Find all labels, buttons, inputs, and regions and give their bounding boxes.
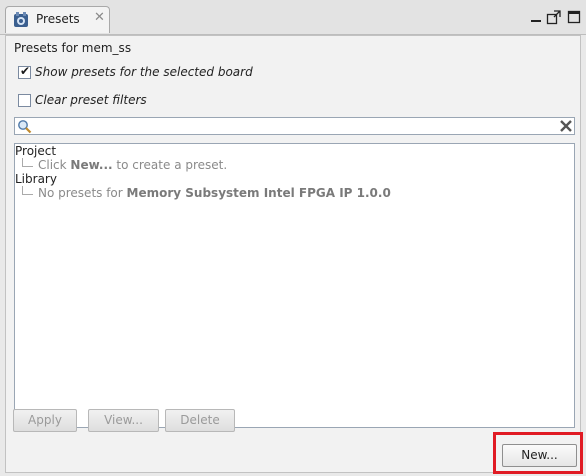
- detach-icon[interactable]: [546, 9, 562, 25]
- clear-filters-checkbox[interactable]: [18, 94, 31, 107]
- presets-panel: Presets ✕ Presets for mem_ss ✔ Show pres…: [0, 0, 586, 476]
- presets-tree: Project Click New... to create a preset.…: [14, 143, 575, 428]
- maximize-icon[interactable]: [566, 9, 582, 25]
- presets-icon: [14, 12, 28, 27]
- search-input[interactable]: [14, 117, 575, 135]
- clear-filters-label: Clear preset filters: [35, 93, 147, 107]
- show-presets-checkbox[interactable]: ✔: [18, 64, 31, 79]
- library-hint-text: No presets for: [38, 186, 127, 200]
- checkmark-icon: ✔: [20, 64, 31, 78]
- presets-content: Presets for mem_ss ✔ Show presets for th…: [5, 35, 581, 473]
- tab-label: Presets: [36, 12, 80, 26]
- library-hint-bold-text: Memory Subsystem Intel FPGA IP 1.0.0: [126, 186, 391, 200]
- tree-leaf-library-hint: No presets for Memory Subsystem Intel FP…: [22, 186, 391, 200]
- hint-text-end: to create a preset.: [112, 158, 228, 172]
- tree-leaf-project-hint: Click New... to create a preset.: [22, 158, 227, 172]
- apply-button[interactable]: Apply: [13, 409, 77, 432]
- tree-node-project[interactable]: Project: [15, 144, 56, 158]
- tab-strip: Presets ✕: [0, 0, 586, 35]
- tree-elbow: [22, 158, 33, 167]
- panel-title: Presets for mem_ss: [14, 41, 132, 55]
- view-button[interactable]: View...: [88, 409, 159, 432]
- search-icon: [18, 120, 32, 134]
- close-icon[interactable]: ✕: [94, 10, 105, 25]
- hint-text: Click: [38, 158, 71, 172]
- clear-search-icon[interactable]: [559, 119, 573, 133]
- show-presets-label: Show presets for the selected board: [35, 65, 253, 79]
- tree-node-library[interactable]: Library: [15, 172, 57, 186]
- tree-elbow: [22, 186, 33, 195]
- delete-button[interactable]: Delete: [165, 409, 235, 432]
- minimize-icon[interactable]: [528, 9, 544, 25]
- tab-presets[interactable]: Presets ✕: [5, 6, 110, 33]
- hint-bold-text: New...: [70, 158, 113, 172]
- highlight-box: [493, 432, 583, 474]
